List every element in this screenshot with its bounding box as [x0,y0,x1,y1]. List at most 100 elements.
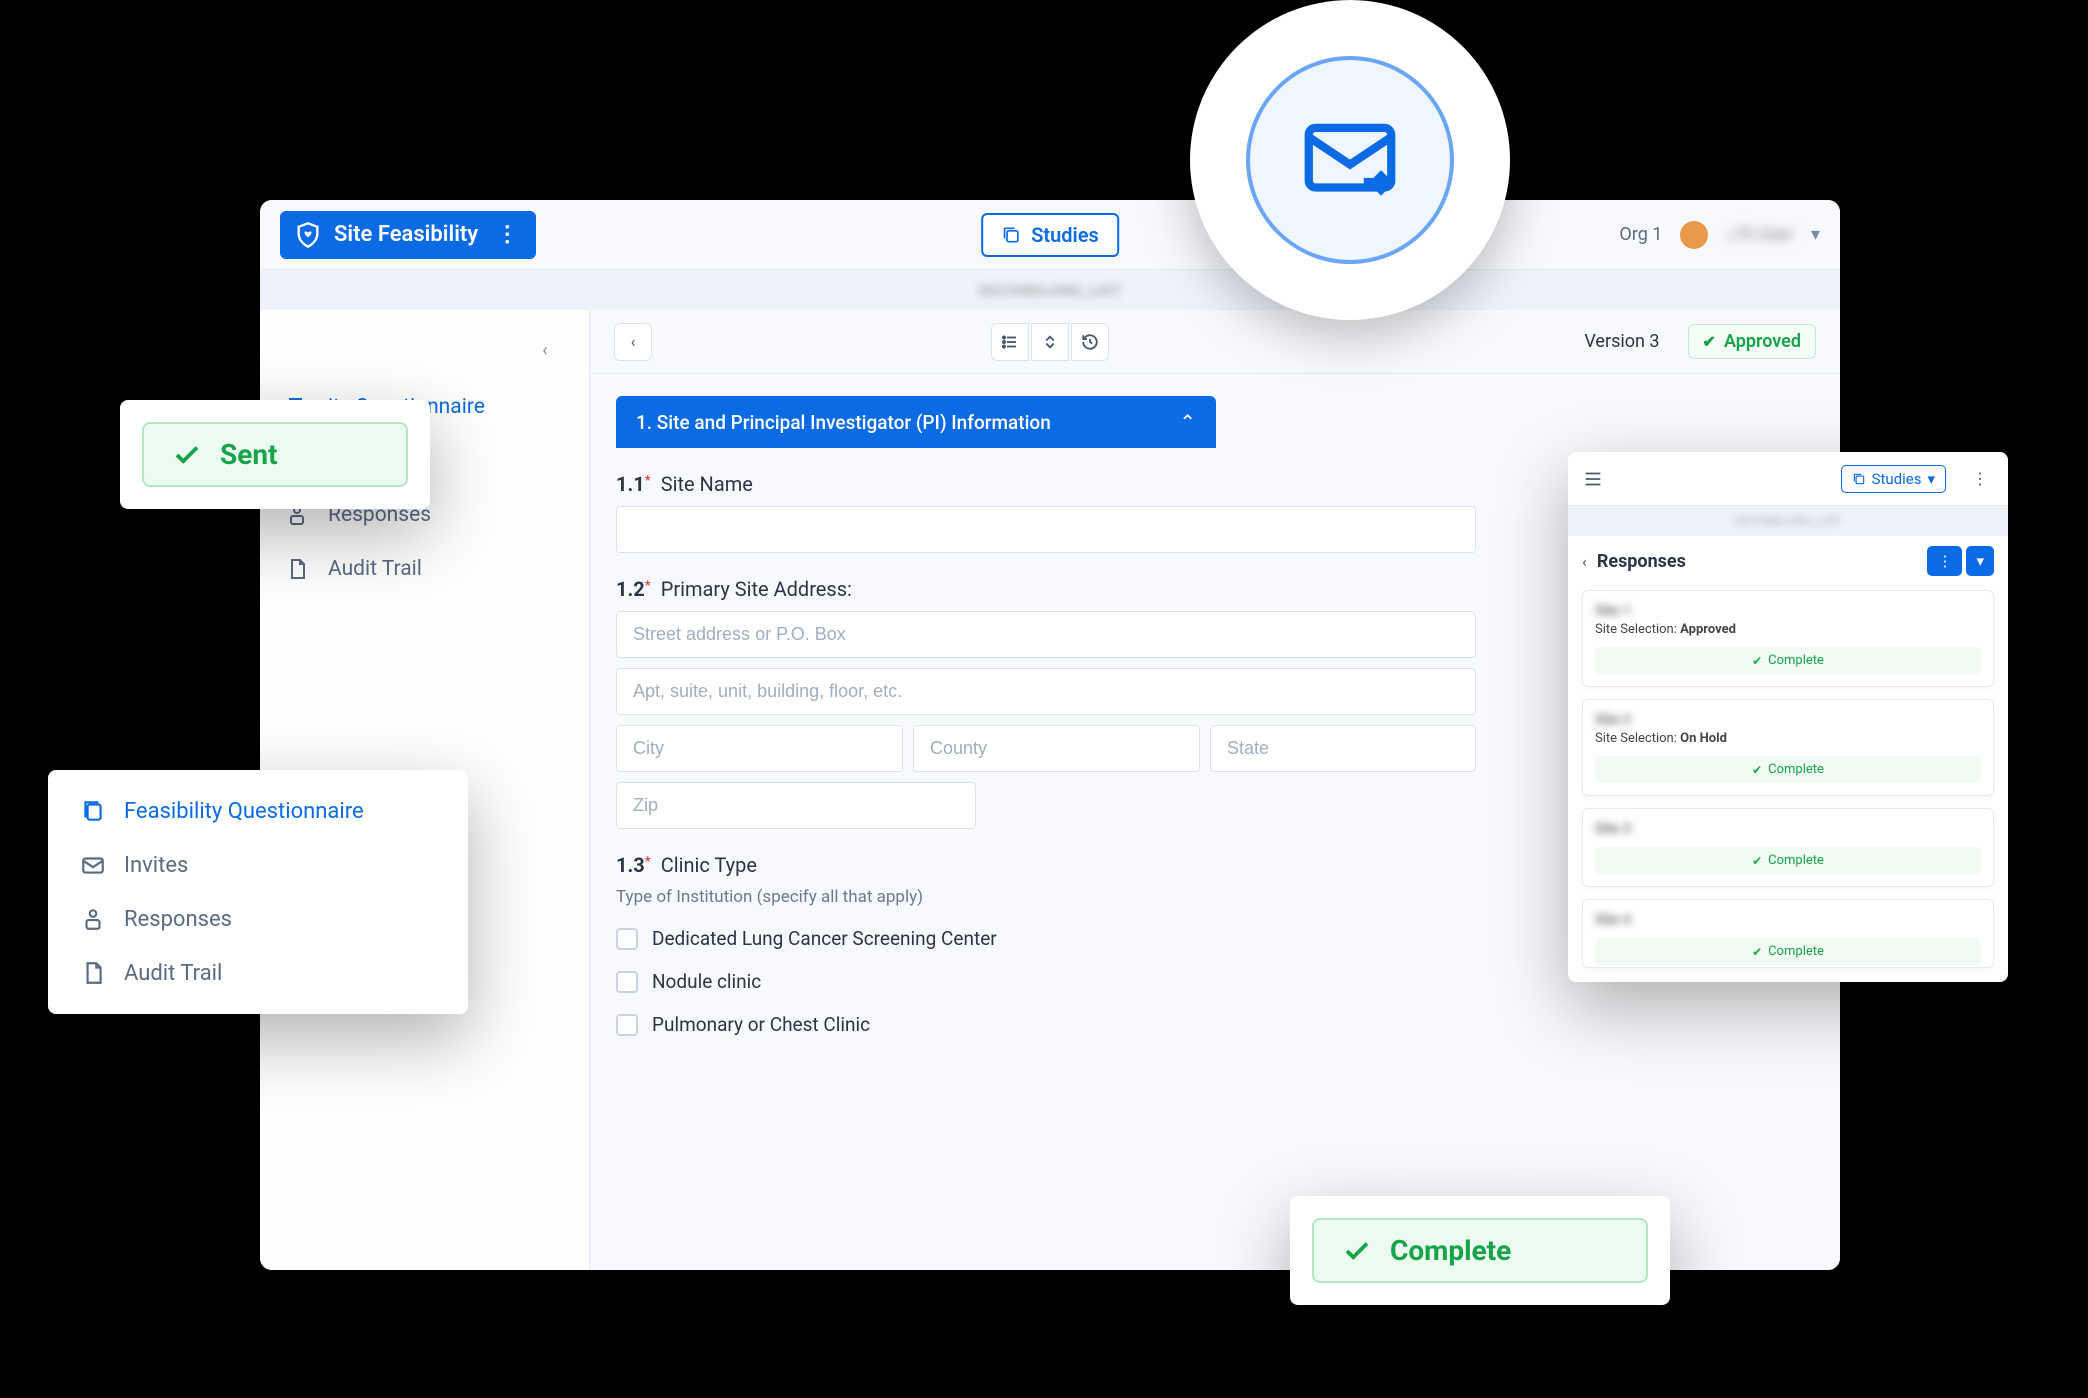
breadcrumb-band: SECONDLUNG_LIST [260,270,1840,310]
sent-pill: Sent [142,422,408,487]
page-icon [284,556,310,582]
chevron-down-icon: ▾ [1927,470,1935,488]
list-icon [1001,333,1019,351]
mail-icon [80,852,106,878]
checkbox[interactable] [616,1014,638,1036]
sidebar-item-audit[interactable]: Audit Trail [56,946,460,1000]
app-title-text: Site Feasibility [334,222,478,247]
response-card[interactable]: Site 4 Complete [1582,899,1994,968]
sent-card: Sent [120,400,430,509]
q-num: 1.3 [616,853,645,877]
sidebar-item-responses[interactable]: Responses [56,892,460,946]
sent-label: Sent [220,438,278,471]
county-input[interactable] [913,725,1200,772]
sidebar-collapse-button[interactable]: ‹ [527,332,563,368]
responses-title: Responses [1597,551,1686,572]
mini-topbar: Studies ▾ ⋮ [1568,452,2008,506]
response-name: Site 2 [1595,712,1981,728]
hamburger-icon[interactable] [1582,468,1604,490]
response-selection: Site Selection: On Hold [1595,731,1981,746]
history-button[interactable] [1071,323,1109,361]
section-header[interactable]: 1. Site and Principal Investigator (PI) … [616,396,1216,448]
state-input[interactable] [1210,725,1476,772]
version-text: Version 3 [1584,331,1659,352]
approved-badge: Approved [1688,324,1816,359]
page-icon [80,960,106,986]
mini-dropdown-button[interactable]: ▾ [1966,546,1994,576]
list-view-button[interactable] [991,323,1029,361]
studies-label: Studies [1031,223,1099,247]
sidebar-item-questionnaire[interactable]: Feasibility Questionnaire [56,784,460,838]
sidebar-item-label: Responses [124,907,232,932]
sidebar-popup: Feasibility Questionnaire Invites Respon… [48,770,468,1014]
checkbox[interactable] [616,971,638,993]
sidebar-item-label: Audit Trail [328,557,422,581]
response-card[interactable]: Site 1 Site Selection: Approved Complete [1582,590,1994,687]
response-card[interactable]: Site 2 Site Selection: On Hold Complete [1582,699,1994,796]
response-name: Site 1 [1595,603,1981,619]
topbar: Site Feasibility ⋮ Studies Org 1 J R Use… [260,200,1840,270]
response-status: Complete [1595,938,1981,965]
section-title: 1. Site and Principal Investigator (PI) … [636,411,1051,434]
history-icon [1081,333,1099,351]
kebab-icon[interactable]: ⋮ [1966,469,1994,488]
q-label: Primary Site Address: [661,577,852,601]
back-button[interactable]: ‹ [1582,552,1587,571]
mini-studies-button[interactable]: Studies ▾ [1841,465,1946,493]
kebab-icon[interactable]: ⋮ [496,222,518,247]
avatar[interactable] [1680,221,1708,249]
mini-header: ‹ Responses ⋮ ▾ [1568,536,2008,586]
collapse-button[interactable] [1031,323,1069,361]
apt-input[interactable] [616,668,1476,715]
response-selection: Site Selection: Approved [1595,622,1981,637]
mini-actions-button[interactable]: ⋮ [1927,546,1962,576]
complete-label: Complete [1390,1234,1511,1267]
response-list: Site 1 Site Selection: Approved Complete… [1568,586,2008,982]
street-input[interactable] [616,611,1476,658]
sidebar-item-label: Feasibility Questionnaire [124,799,364,824]
sidebar-item-label: Invites [124,853,188,878]
org-label[interactable]: Org 1 [1619,224,1662,245]
studies-button[interactable]: Studies [981,213,1119,257]
chevron-down-icon[interactable]: ▾ [1811,224,1820,245]
response-name: Site 4 [1595,912,1981,928]
user-name[interactable]: J R User [1726,224,1793,245]
complete-card: Complete [1290,1196,1670,1305]
check-label: Dedicated Lung Cancer Screening Center [652,927,997,950]
response-name: Site 3 [1595,821,1981,837]
city-input[interactable] [616,725,903,772]
checkbox[interactable] [616,928,638,950]
mini-studies-label: Studies [1872,470,1922,488]
sidebar-item-audit[interactable]: Audit Trail [260,542,589,596]
mail-forward-icon [1246,56,1454,264]
check-icon [172,440,202,470]
response-card[interactable]: Site 3 Complete [1582,808,1994,887]
zip-input[interactable] [616,782,976,829]
check-label: Pulmonary or Chest Clinic [652,1013,870,1036]
doc-icon [80,798,106,824]
response-status: Complete [1595,847,1981,874]
shield-heart-icon [294,221,322,249]
studies-icon [1852,472,1866,486]
check-label: Nodule clinic [652,970,761,993]
topbar-right: Org 1 J R User ▾ [1619,221,1820,249]
mail-circle [1190,0,1510,320]
checkbox-row[interactable]: Pulmonary or Chest Clinic [616,1003,1814,1046]
response-status: Complete [1595,756,1981,783]
collapse-icon [1041,333,1059,351]
q-label: Site Name [661,472,753,496]
back-button[interactable]: ‹ [614,323,652,361]
studies-icon [1001,225,1021,245]
toolbar: ‹ Version 3 Approved [590,310,1840,374]
check-icon [1342,1236,1372,1266]
q-num: 1.1 [616,472,645,496]
response-status: Complete [1595,647,1981,674]
people-icon [80,906,106,932]
sidebar-item-invites[interactable]: Invites [56,838,460,892]
complete-pill: Complete [1312,1218,1648,1283]
app-title-button[interactable]: Site Feasibility ⋮ [280,211,536,259]
site-name-input[interactable] [616,506,1476,553]
approved-label: Approved [1724,331,1801,352]
q-label: Clinic Type [661,853,757,877]
q-num: 1.2 [616,577,645,601]
